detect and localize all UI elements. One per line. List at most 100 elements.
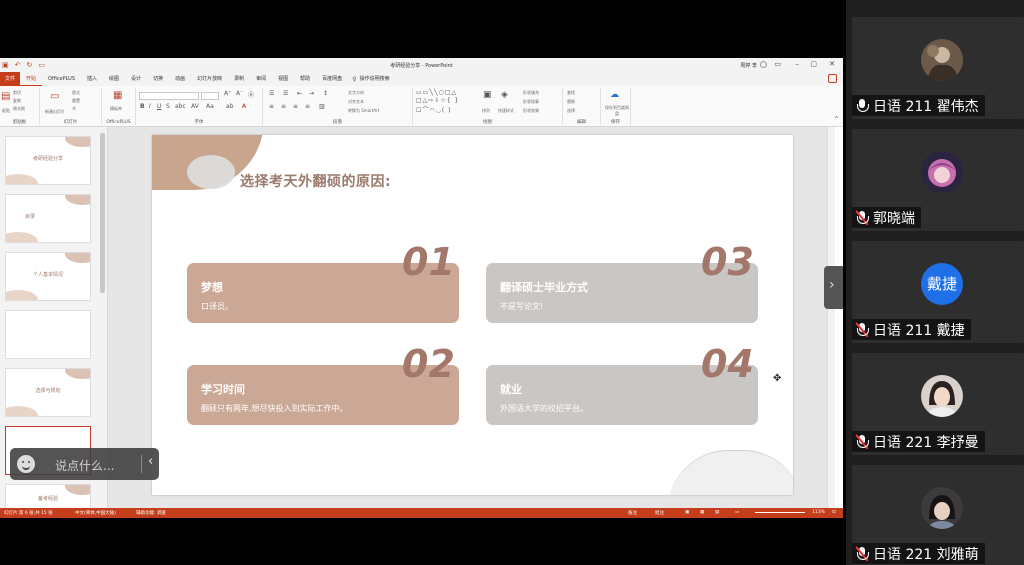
format-painter-button[interactable]: 格式刷	[13, 106, 25, 112]
notes-button[interactable]: 备注	[628, 510, 637, 516]
emoji-icon[interactable]	[17, 455, 35, 473]
change-case-icon[interactable]: Aa	[206, 103, 214, 110]
tab-transitions[interactable]: 切换	[147, 72, 169, 86]
paste-button[interactable]: 粘贴	[2, 108, 10, 114]
tab-help[interactable]: 帮助	[294, 72, 316, 86]
italic-icon[interactable]: I	[149, 103, 151, 110]
align-right-icon[interactable]: ≡	[293, 103, 298, 110]
tell-me-search[interactable]: 操作说明搜索	[357, 72, 396, 86]
zoom-level[interactable]: 113%	[812, 510, 825, 515]
comments-button[interactable]: 批注	[655, 510, 664, 516]
char-spacing-icon[interactable]: AV	[191, 103, 199, 110]
tab-home[interactable]: 开始	[20, 72, 43, 86]
tab-review[interactable]: 审阅	[250, 72, 272, 86]
slide-thumbnail[interactable]: 考研经验分享	[5, 136, 91, 185]
arrange-icon[interactable]: ▣	[483, 90, 492, 100]
thumbnails-scrollbar[interactable]	[100, 133, 105, 293]
tab-record[interactable]: 录制	[228, 72, 250, 86]
tab-view[interactable]: 视图	[272, 72, 294, 86]
find-button[interactable]: 查找	[567, 90, 575, 96]
arrange-button[interactable]: 排列	[482, 108, 490, 114]
fit-slide-icon[interactable]: ⊡	[832, 510, 836, 515]
ribbon-display-icon[interactable]: ▭	[774, 60, 781, 68]
font-grow-icon[interactable]: A⁺	[224, 90, 231, 97]
strikethrough-icon[interactable]: abc	[175, 103, 186, 110]
baidu-cloud-icon[interactable]: ☁	[610, 90, 619, 100]
slide-sorter-icon[interactable]: ▦	[700, 510, 704, 515]
copy-button[interactable]: 复制	[13, 98, 21, 104]
shapes-gallery-icon[interactable]: ▭▭╲╲○□△	[416, 89, 457, 96]
comment-icon[interactable]	[828, 74, 837, 83]
justify-icon[interactable]: ≡	[305, 103, 310, 110]
tab-officeplus[interactable]: OfficePLUS	[42, 72, 81, 86]
normal-view-icon[interactable]: ▣	[685, 510, 689, 515]
new-slide-button[interactable]: 新建幻灯片	[45, 109, 67, 115]
highlight-icon[interactable]: ab	[226, 103, 234, 110]
bullets-icon[interactable]: ☰	[269, 90, 274, 97]
align-center-icon[interactable]: ≡	[281, 103, 286, 110]
minimize-icon[interactable]: –	[796, 60, 800, 68]
slide-thumbnail[interactable]: 选择与规划	[5, 368, 91, 417]
collapse-panel-button[interactable]: ›	[824, 266, 843, 309]
participant-tile[interactable]: 日语 221 李抒曼	[852, 353, 1024, 455]
new-slide-icon[interactable]: ▭	[50, 91, 59, 102]
align-left-icon[interactable]: ≡	[269, 103, 274, 110]
text-direction-button[interactable]: 文字方向	[348, 90, 364, 96]
select-button[interactable]: 选择	[567, 108, 575, 114]
layout-button[interactable]: 版式	[72, 90, 80, 96]
shape-fill-button[interactable]: 形状填充	[523, 90, 539, 96]
reading-view-icon[interactable]: ▤	[715, 510, 719, 515]
participant-tile[interactable]: 郭晓端	[852, 129, 1024, 231]
font-color-icon[interactable]: A	[242, 103, 246, 110]
shapes-gallery-row2-icon[interactable]: □△⇨⇩☆{ }	[416, 97, 459, 104]
tab-animations[interactable]: 动画	[169, 72, 191, 86]
participant-tile[interactable]: 日语 221 刘雅萌	[852, 465, 1024, 565]
user-avatar-icon[interactable]	[760, 61, 767, 68]
tab-draw[interactable]: 绘图	[103, 72, 125, 86]
quick-styles-icon[interactable]: ◈	[501, 90, 508, 100]
convert-smartart-button[interactable]: 转换为 SmartArt	[348, 108, 379, 114]
clear-format-icon[interactable]: Ⓐ	[248, 90, 254, 99]
tab-slideshow[interactable]: 幻灯片放映	[191, 72, 228, 86]
slide-thumbnail[interactable]: 备考经验	[5, 484, 91, 508]
tab-baidu-netdisk[interactable]: 百度网盘	[316, 72, 348, 86]
zoom-slider[interactable]	[755, 512, 805, 513]
reset-button[interactable]: 重置	[72, 98, 80, 104]
accessibility-indicator[interactable]: 辅助功能: 调查	[136, 510, 166, 516]
shadow-icon[interactable]: S	[166, 103, 170, 110]
slide-scrollbar[interactable]	[827, 127, 835, 508]
slideshow-view-icon[interactable]: ▭	[735, 510, 739, 515]
font-size-select[interactable]	[201, 92, 219, 100]
shape-outline-button[interactable]: 形状轮廓	[523, 99, 539, 105]
line-spacing-icon[interactable]: ↕	[323, 90, 328, 97]
tab-insert[interactable]: 插入	[81, 72, 103, 86]
slide-thumbnail[interactable]: 个人基本情况	[5, 252, 91, 301]
current-slide[interactable]: 选择考天外翻硕的原因: 梦想 口译员。 01 翻译硕士毕业方式 不是写论文! 0…	[152, 135, 793, 495]
slide-thumbnail[interactable]	[5, 310, 91, 359]
replace-button[interactable]: 替换	[567, 99, 575, 105]
shapes-gallery-row3-icon[interactable]: ☐⌒◠◡( )	[416, 105, 451, 114]
restore-icon[interactable]: ▢	[810, 60, 817, 68]
section-button[interactable]: 节	[72, 106, 76, 112]
shape-effects-button[interactable]: 形状效果	[523, 108, 539, 114]
align-text-button[interactable]: 对齐文本	[348, 99, 364, 105]
font-shrink-icon[interactable]: A⁻	[236, 90, 243, 97]
paste-icon[interactable]: ▤	[1, 91, 10, 102]
underline-icon[interactable]: U	[157, 103, 161, 110]
cut-button[interactable]: 剪切	[13, 90, 21, 96]
template-library-icon[interactable]: ▦	[113, 90, 122, 101]
font-name-select[interactable]	[139, 92, 199, 100]
participant-tile[interactable]: 日语 211 翟伟杰	[852, 17, 1024, 119]
language-indicator[interactable]: 中文(简体,中国大陆)	[75, 510, 116, 516]
slide-title[interactable]: 选择考天外翻硕的原因:	[240, 171, 391, 191]
decrease-indent-icon[interactable]: ⇤	[297, 90, 302, 97]
participant-tile[interactable]: 戴捷 日语 211 戴捷	[852, 241, 1024, 343]
save-to-baidu-button[interactable]: 保存到百度网盘	[604, 105, 630, 117]
increase-indent-icon[interactable]: ⇥	[309, 90, 314, 97]
bold-icon[interactable]: B	[140, 103, 145, 110]
tab-file[interactable]: 文件	[0, 72, 21, 86]
numbering-icon[interactable]: ☰	[283, 90, 288, 97]
slide-thumbnail[interactable]: 目录	[5, 194, 91, 243]
tab-design[interactable]: 设计	[125, 72, 147, 86]
template-library-button[interactable]: 模板库	[110, 106, 122, 112]
